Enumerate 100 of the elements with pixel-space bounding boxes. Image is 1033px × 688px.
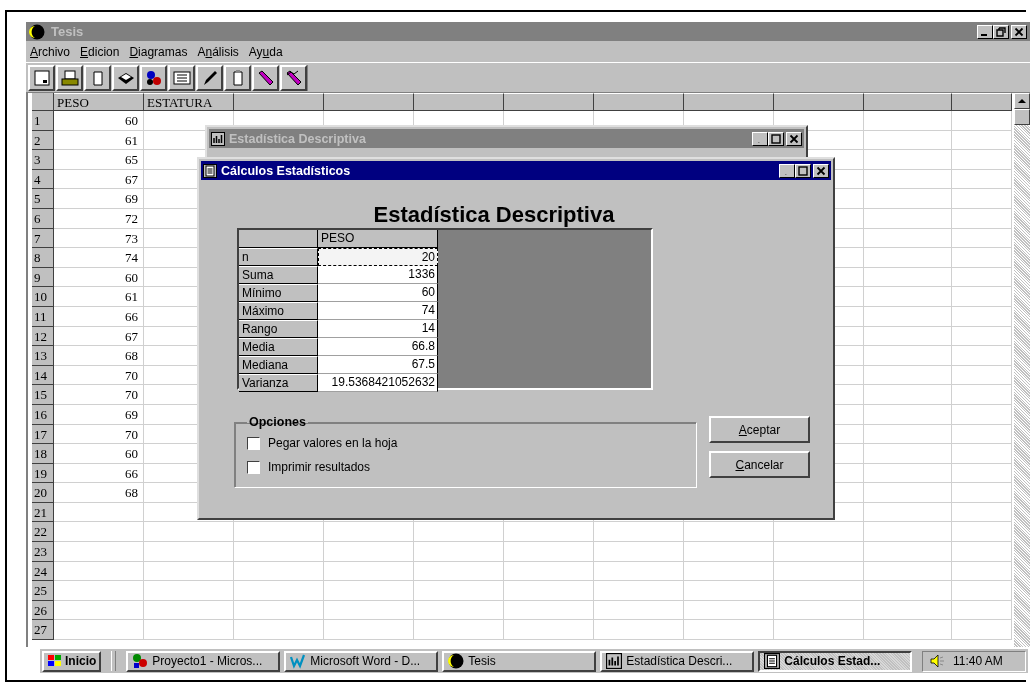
checkbox[interactable]: Imprimir resultados [247, 455, 684, 479]
speaker-icon[interactable] [929, 653, 945, 669]
toolbar-button[interactable] [84, 64, 111, 91]
window-icon [32, 68, 51, 87]
toolbar-button[interactable] [280, 64, 307, 91]
row-header[interactable]: 7 [32, 228, 54, 249]
toolbar-button[interactable] [196, 64, 223, 91]
toolbar-button[interactable] [168, 64, 195, 91]
column-header[interactable] [324, 93, 414, 111]
menu-item[interactable]: Archivo [30, 44, 71, 59]
row-header: Varianza [239, 374, 318, 392]
column-header[interactable] [952, 93, 1012, 111]
row-header[interactable]: 22 [32, 522, 54, 543]
row-header[interactable]: 8 [32, 248, 54, 268]
row-header[interactable]: 25 [32, 581, 54, 601]
taskbar-button[interactable]: Tesis [442, 650, 597, 672]
table-cell: 60 [54, 267, 144, 288]
dialog-button[interactable]: Aceptar [709, 416, 810, 443]
column-header[interactable] [234, 93, 324, 111]
column-header[interactable] [774, 93, 864, 111]
row-header[interactable]: 15 [32, 385, 54, 405]
taskbar-button[interactable]: Microsoft Word - D... [284, 650, 439, 672]
taskbar-button[interactable]: Proyecto1 - Micros... [126, 650, 281, 672]
row-header[interactable]: 23 [32, 542, 54, 562]
menu-item[interactable]: Ayuda [248, 44, 283, 59]
column-header[interactable] [414, 93, 504, 111]
taskbar-button[interactable]: Estadística Descri... [600, 650, 755, 672]
scroll-up-button[interactable] [1014, 93, 1030, 109]
app-icon [132, 653, 149, 669]
close-icon [816, 165, 826, 176]
minimize-icon [981, 33, 987, 36]
table-cell: 19.5368421052632 [318, 374, 438, 392]
row-header[interactable]: 1 [32, 111, 54, 131]
toolbar-button[interactable] [140, 64, 167, 91]
toolbar-button[interactable] [224, 64, 251, 91]
menu-item[interactable]: Diagramas [129, 44, 188, 59]
column-header[interactable] [864, 93, 952, 111]
row-header[interactable]: 26 [32, 600, 54, 621]
start-button[interactable]: Inicio [42, 650, 102, 672]
minimize-button[interactable] [977, 24, 993, 39]
form-icon [172, 68, 191, 87]
table-cell [952, 365, 1012, 386]
table-cell [952, 581, 1012, 601]
row-header[interactable]: 13 [32, 346, 54, 366]
menu-item[interactable]: Análisis [197, 44, 239, 59]
row-header[interactable]: 11 [32, 306, 54, 327]
row-header[interactable]: 4 [32, 169, 54, 190]
row-header[interactable]: 9 [32, 267, 54, 288]
column-header[interactable]: ESTATURA [144, 93, 234, 111]
table-cell: 61 [54, 130, 144, 151]
table-cell [952, 306, 1012, 327]
close-icon [789, 133, 799, 144]
moon-icon [29, 23, 45, 40]
close-icon [1014, 26, 1024, 37]
restore-icon [996, 26, 1006, 37]
row-header[interactable]: 18 [32, 444, 54, 464]
taskbar-button[interactable]: Cálculos Estad... [758, 650, 913, 672]
minimize-button[interactable] [752, 131, 768, 146]
row-header[interactable]: 5 [32, 189, 54, 209]
table-cell: 61 [54, 287, 144, 307]
row-header[interactable]: 21 [32, 502, 54, 523]
row-header[interactable]: 19 [32, 463, 54, 484]
row-header[interactable]: 6 [32, 208, 54, 229]
restore-button[interactable] [993, 24, 1009, 39]
row-header[interactable]: 10 [32, 287, 54, 307]
maximize-button[interactable] [768, 131, 784, 146]
column-header[interactable] [504, 93, 594, 111]
row-header: Mediana [239, 356, 318, 374]
column-header[interactable] [684, 93, 774, 111]
menu-item[interactable]: Edicion [80, 44, 120, 59]
table-cell [952, 424, 1012, 445]
row-header[interactable]: 17 [32, 424, 54, 445]
close-button[interactable] [1011, 24, 1027, 39]
row-header[interactable]: 24 [32, 561, 54, 582]
header-corner[interactable] [32, 93, 54, 111]
checkbox[interactable]: Pegar valores en la hoja [247, 431, 684, 455]
row-header[interactable]: 3 [32, 150, 54, 170]
row-header[interactable]: 2 [32, 130, 54, 151]
row-header[interactable]: 20 [32, 483, 54, 503]
dialog-button[interactable]: Cancelar [709, 451, 810, 478]
toolbar-button[interactable] [252, 64, 279, 91]
minimize-button[interactable] [779, 163, 795, 178]
column-header[interactable] [594, 93, 684, 111]
table-cell [952, 267, 1012, 288]
scrollbar-thumb[interactable] [1014, 109, 1030, 125]
toolbar-button[interactable] [28, 64, 55, 91]
row-header[interactable]: 12 [32, 326, 54, 347]
toolbar-button[interactable] [112, 64, 139, 91]
row-header[interactable]: 27 [32, 620, 54, 641]
close-button[interactable] [786, 131, 802, 146]
table-cell [952, 248, 1012, 268]
maximize-icon [771, 133, 781, 144]
window-title: Cálculos Estadísticos [221, 163, 351, 178]
close-button[interactable] [813, 163, 829, 178]
table-cell: 67 [54, 169, 144, 190]
row-header[interactable]: 16 [32, 404, 54, 425]
toolbar-button[interactable] [56, 64, 83, 91]
maximize-button[interactable] [795, 163, 811, 178]
column-header[interactable]: PESO [54, 93, 144, 111]
row-header[interactable]: 14 [32, 365, 54, 386]
